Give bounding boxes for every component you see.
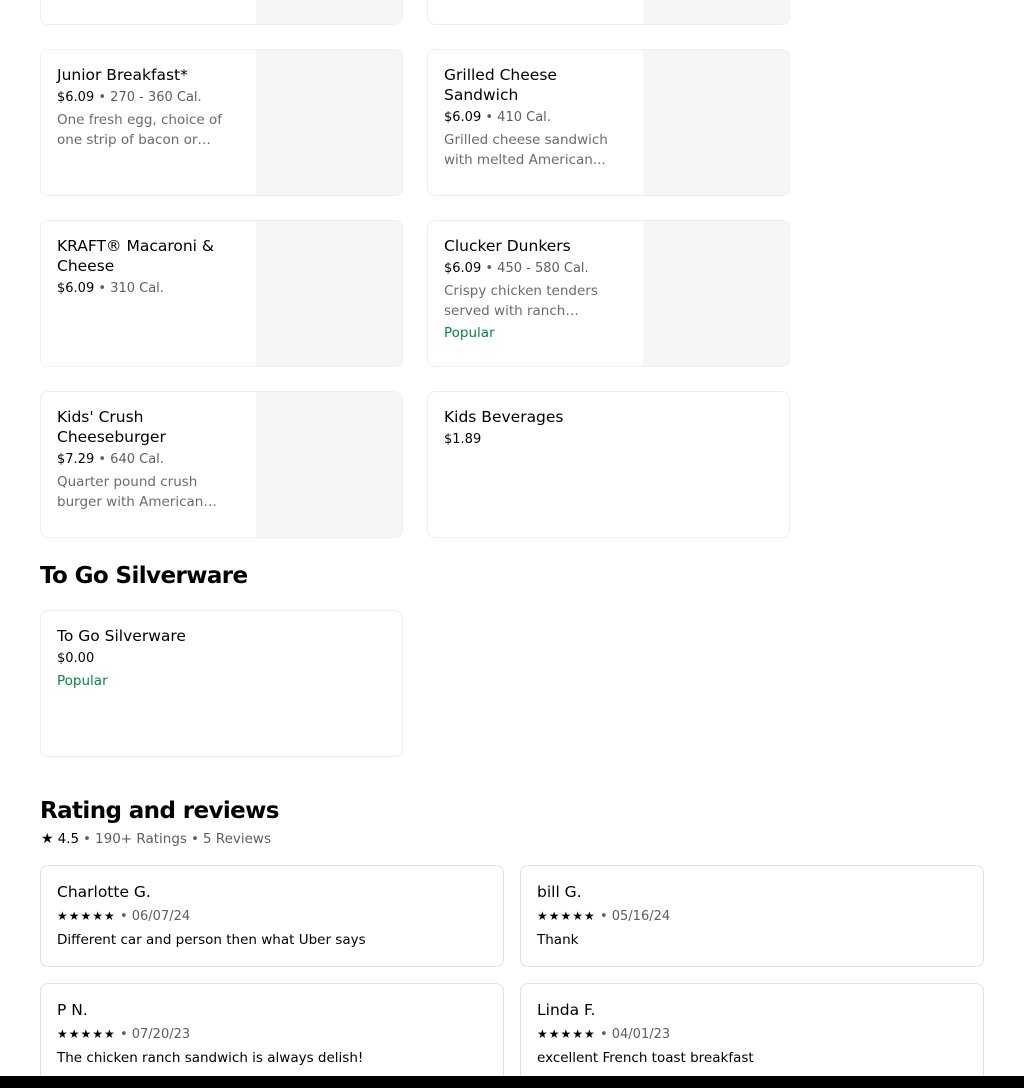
popular-badge: Popular — [444, 325, 495, 341]
separator: • — [83, 831, 92, 847]
separator: • — [98, 90, 107, 105]
popular-badge: Popular — [57, 673, 108, 689]
review-date: 07/20/23 — [131, 1027, 191, 1042]
separator: • — [599, 1027, 608, 1042]
separator: • — [190, 831, 199, 847]
reviewer-name: Linda F. — [537, 1001, 596, 1019]
item-calories: 310 Cal. — [110, 281, 164, 296]
menu-item-card-partial[interactable] — [427, 0, 790, 25]
separator: • — [485, 261, 494, 276]
review-text: Thank — [537, 932, 579, 948]
item-image — [643, 221, 789, 366]
menu-item-card[interactable]: KRAFT® Macaroni & Cheese $6.09 • 310 Cal… — [40, 220, 403, 367]
review-text: The chicken ranch sandwich is always del… — [57, 1050, 364, 1066]
review-date: 06/07/24 — [131, 909, 191, 924]
review-meta: ★★★★★ • 04/01/23 — [537, 1024, 670, 1045]
bottom-bar — [0, 1076, 1024, 1088]
item-price: $6.09 — [444, 110, 482, 125]
separator: • — [119, 909, 128, 924]
item-image — [256, 0, 402, 24]
item-description: Crispy chicken tenders served with ranch… — [444, 283, 598, 319]
review-date: 05/16/24 — [611, 909, 671, 924]
item-meta: $6.09 • 410 Cal. — [444, 108, 630, 128]
separator: • — [98, 452, 107, 467]
five-stars-icon: ★★★★★ — [537, 1027, 596, 1041]
item-calories: 450 - 580 Cal. — [497, 261, 589, 276]
menu-item-card[interactable]: Kids Beverages $1.89 — [427, 391, 790, 538]
review-meta: ★★★★★ • 07/20/23 — [57, 1024, 190, 1045]
rating-summary: ★ 4.5 • 190+ Ratings • 5 Reviews — [41, 829, 271, 849]
review-text: Different car and person then what Uber … — [57, 932, 366, 948]
item-price: $1.89 — [444, 432, 482, 447]
star-icon: ★ — [41, 831, 54, 847]
item-image — [256, 50, 402, 195]
item-meta: $6.09 • 450 - 580 Cal. — [444, 259, 630, 279]
reviewer-name: Charlotte G. — [57, 883, 151, 901]
reviewer-name: P N. — [57, 1001, 88, 1019]
item-meta: $6.09 • 270 - 360 Cal. — [57, 88, 243, 108]
item-image — [256, 392, 402, 537]
menu-item-card[interactable]: Kids' Crush Cheeseburger $7.29 • 640 Cal… — [40, 391, 403, 538]
item-image — [256, 221, 402, 366]
reviews-count: 5 Reviews — [202, 831, 272, 847]
item-calories: 640 Cal. — [110, 452, 164, 467]
separator: • — [98, 281, 107, 296]
item-calories: 270 - 360 Cal. — [110, 90, 202, 105]
review-text: excellent French toast breakfast — [537, 1050, 754, 1066]
item-meta: $6.09 • 310 Cal. — [57, 279, 243, 299]
item-name: Clucker Dunkers — [444, 237, 571, 255]
item-meta: $7.29 • 640 Cal. — [57, 450, 243, 470]
review-card[interactable]: Linda F. ★★★★★ • 04/01/23 excellent Fren… — [520, 983, 984, 1085]
item-image — [643, 50, 789, 195]
item-name: KRAFT® Macaroni & Cheese — [57, 237, 214, 275]
review-meta: ★★★★★ • 05/16/24 — [537, 906, 670, 927]
review-card[interactable]: P N. ★★★★★ • 07/20/23 The chicken ranch … — [40, 983, 504, 1085]
reviewer-name: bill G. — [537, 883, 582, 901]
item-name: Grilled Cheese Sandwich — [444, 66, 557, 104]
five-stars-icon: ★★★★★ — [57, 909, 116, 923]
review-card[interactable]: bill G. ★★★★★ • 05/16/24 Thank — [520, 865, 984, 967]
review-date: 04/01/23 — [611, 1027, 671, 1042]
item-meta: $0.00 — [57, 649, 377, 669]
item-name: Kids Beverages — [444, 408, 564, 426]
menu-item-card[interactable]: Clucker Dunkers $6.09 • 450 - 580 Cal. C… — [427, 220, 790, 367]
menu-item-card[interactable]: Grilled Cheese Sandwich $6.09 • 410 Cal.… — [427, 49, 790, 196]
item-price: $6.09 — [57, 90, 95, 105]
item-price: $0.00 — [57, 651, 95, 666]
item-name: To Go Silverware — [57, 627, 186, 645]
menu-item-card[interactable]: Junior Breakfast* $6.09 • 270 - 360 Cal.… — [40, 49, 403, 196]
item-meta: $1.89 — [444, 430, 764, 450]
item-description: Quarter pound crush burger with American… — [57, 474, 204, 510]
item-price: $6.09 — [57, 281, 95, 296]
separator: • — [485, 110, 494, 125]
section-title-silverware: To Go Silverware — [40, 563, 248, 589]
separator: • — [119, 1027, 128, 1042]
section-title-reviews: Rating and reviews — [40, 798, 279, 824]
ratings-count: 190+ Ratings — [95, 831, 187, 847]
separator: • — [599, 909, 608, 924]
item-price: $6.09 — [444, 261, 482, 276]
menu-item-card[interactable]: To Go Silverware $0.00 Popular — [40, 610, 403, 757]
item-price: $7.29 — [57, 452, 95, 467]
review-meta: ★★★★★ • 06/07/24 — [57, 906, 190, 927]
five-stars-icon: ★★★★★ — [537, 909, 596, 923]
item-description: Grilled cheese sandwich with melted Amer… — [444, 132, 608, 168]
item-image — [643, 0, 789, 24]
item-name: Junior Breakfast* — [57, 66, 188, 84]
rating-value: 4.5 — [57, 831, 80, 847]
item-description: One fresh egg, choice of one strip of ba… — [57, 112, 223, 148]
review-card[interactable]: Charlotte G. ★★★★★ • 06/07/24 Different … — [40, 865, 504, 967]
item-name: Kids' Crush Cheeseburger — [57, 408, 166, 446]
item-calories: 410 Cal. — [497, 110, 551, 125]
menu-item-card-partial[interactable] — [40, 0, 403, 25]
five-stars-icon: ★★★★★ — [57, 1027, 116, 1041]
